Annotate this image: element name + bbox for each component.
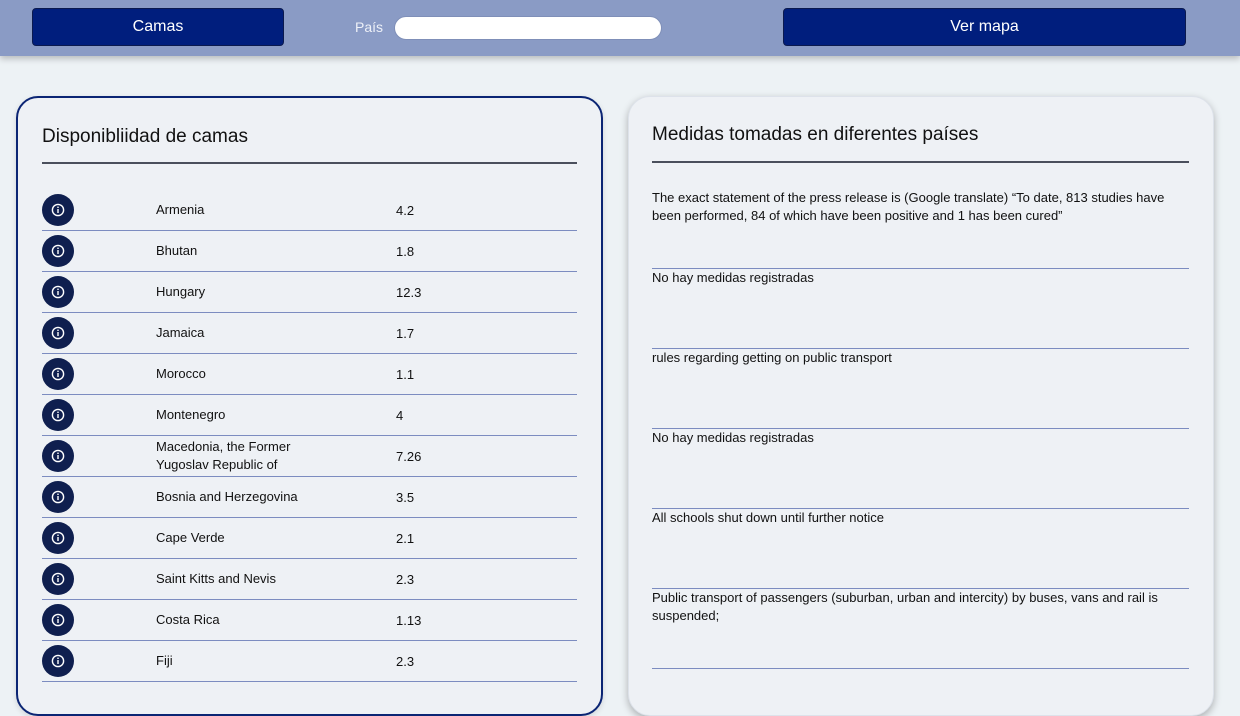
measure-text: rules regarding getting on public transp… [652, 350, 892, 365]
info-icon[interactable] [42, 604, 74, 636]
measure-text: All schools shut down until further noti… [652, 510, 884, 525]
info-icon[interactable] [42, 481, 74, 513]
measure-text: Public transport of passengers (suburban… [652, 590, 1158, 623]
pais-label: País [355, 19, 384, 35]
bed-row: Bhutan 1.8 [42, 231, 577, 272]
measure-text: No hay medidas registradas [652, 270, 814, 285]
country-name: Jamaica [156, 325, 205, 340]
bed-row: Bosnia and Herzegovina 3.5 [42, 477, 577, 518]
measure-text: No hay medidas registradas [652, 430, 814, 445]
bed-value: 4 [396, 407, 404, 423]
bed-row: Fiji 2.3 [42, 641, 577, 682]
country-name: Saint Kitts and Nevis [156, 571, 276, 586]
country-name: Bhutan [156, 243, 198, 258]
bed-value: 2.1 [396, 530, 415, 546]
country-name: Fiji [156, 653, 173, 668]
info-icon[interactable] [42, 563, 74, 595]
info-icon[interactable] [42, 358, 74, 390]
measure-item: All schools shut down until further noti… [652, 509, 1189, 589]
bed-row: Hungary 12.3 [42, 272, 577, 313]
camas-button[interactable]: Camas [32, 8, 284, 46]
info-icon[interactable] [42, 399, 74, 431]
bed-value: 2.3 [396, 571, 415, 587]
bed-value: 3.5 [396, 489, 415, 505]
info-icon[interactable] [42, 317, 74, 349]
country-name: Macedonia, the Former Yugoslav Republic … [156, 439, 291, 472]
country-name: Montenegro [156, 407, 226, 422]
measure-item: Public transport of passengers (suburban… [652, 589, 1189, 669]
country-name: Hungary [156, 284, 206, 299]
beds-title: Disponibliidad de camas [42, 126, 248, 147]
measure-text: The exact statement of the press release… [652, 190, 1165, 223]
country-name: Armenia [156, 202, 205, 217]
pais-input[interactable] [394, 16, 662, 40]
country-name: Costa Rica [156, 612, 220, 627]
bed-value: 1.1 [396, 366, 415, 382]
bed-row: Macedonia, the Former Yugoslav Republic … [42, 436, 577, 477]
bed-value: 7.26 [396, 448, 422, 464]
info-icon[interactable] [42, 645, 74, 677]
measure-item: No hay medidas registradas [652, 269, 1189, 349]
bed-row: Saint Kitts and Nevis 2.3 [42, 559, 577, 600]
measure-item: The exact statement of the press release… [652, 189, 1189, 269]
info-icon[interactable] [42, 194, 74, 226]
beds-title-divider [42, 162, 577, 164]
country-name: Morocco [156, 366, 206, 381]
measures-card: Medidas tomadas en diferentes países The… [628, 96, 1214, 716]
bed-value: 1.7 [396, 325, 415, 341]
bed-value: 4.2 [396, 202, 415, 218]
info-icon[interactable] [42, 440, 74, 472]
bed-row: Montenegro 4 [42, 395, 577, 436]
beds-card: Disponibliidad de camas Armenia 4.2 Bhutan… [16, 96, 603, 716]
bed-value: 12.3 [396, 284, 422, 300]
info-icon[interactable] [42, 276, 74, 308]
measure-item: rules regarding getting on public transp… [652, 349, 1189, 429]
bed-row: Jamaica 1.7 [42, 313, 577, 354]
ver-mapa-button[interactable]: Ver mapa [783, 8, 1186, 46]
info-icon[interactable] [42, 235, 74, 267]
top-bar: Camas País Ver mapa [0, 0, 1240, 56]
bed-value: 1.13 [396, 612, 422, 628]
measures-list: The exact statement of the press release… [652, 189, 1189, 669]
bed-row: Armenia 4.2 [42, 190, 577, 231]
bed-row: Costa Rica 1.13 [42, 600, 577, 641]
measure-item: No hay medidas registradas [652, 429, 1189, 509]
bed-row: Morocco 1.1 [42, 354, 577, 395]
beds-list: Armenia 4.2 Bhutan 1.8 Hungary 12.3 Jamaica 1.7… [42, 190, 577, 682]
bed-value: 1.8 [396, 243, 415, 259]
country-name: Bosnia and Herzegovina [156, 489, 298, 504]
bed-value: 2.3 [396, 653, 415, 669]
info-icon[interactable] [42, 522, 74, 554]
measures-title-divider [652, 161, 1189, 163]
country-name: Cape Verde [156, 530, 225, 545]
bed-row: Cape Verde 2.1 [42, 518, 577, 559]
measures-title: Medidas tomadas en diferentes países [652, 124, 979, 145]
